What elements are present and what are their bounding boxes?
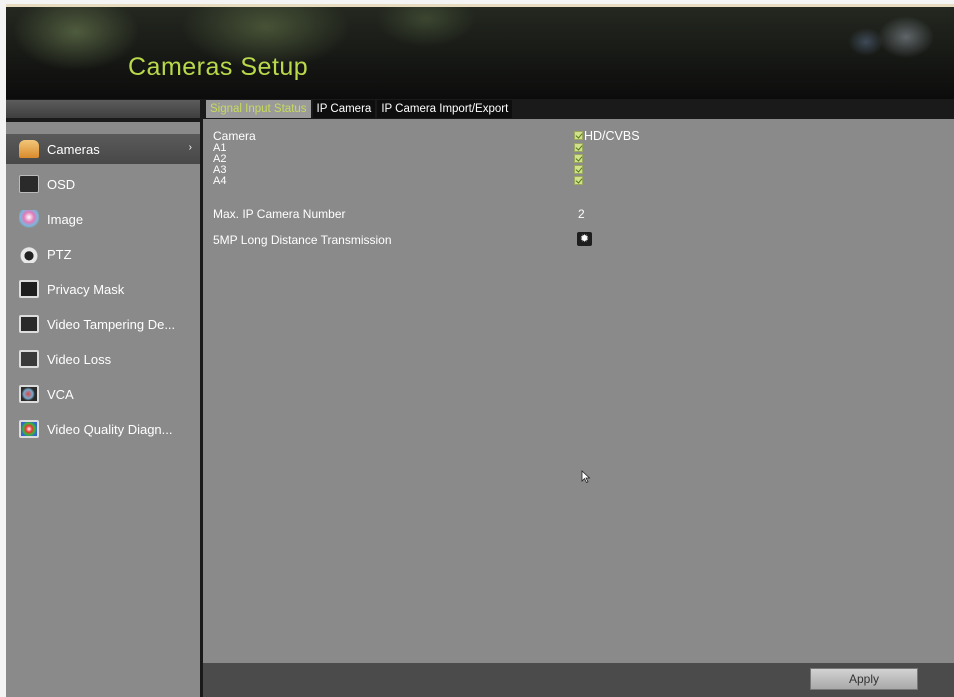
sidebar-item-label: Privacy Mask (47, 281, 125, 297)
camera-icon (19, 140, 39, 158)
tab-signal-input-status[interactable]: Signal Input Status (206, 100, 311, 118)
signal-input-panel: Camera HD/CVBS A1 A2 A3 A4 Max. IP Camer… (203, 119, 954, 663)
ptz-icon (19, 245, 39, 263)
sidebar-item-label: Video Tampering De... (47, 316, 176, 332)
hd-cvbs-column-header: HD/CVBS (584, 129, 640, 143)
osd-icon (19, 175, 39, 193)
header-banner: Cameras Setup (6, 7, 954, 99)
camera-column-header: Camera (213, 129, 256, 143)
gear-icon: ✹ (579, 233, 590, 245)
sidebar-item-video-loss[interactable]: Video Loss (6, 344, 200, 374)
tab-ip-camera-import-export[interactable]: IP Camera Import/Export (377, 100, 513, 118)
max-ip-camera-value: 2 (578, 207, 585, 221)
sidebar-item-label: OSD (47, 176, 76, 192)
camera-a1-checkbox[interactable] (574, 143, 583, 152)
image-icon (19, 210, 39, 228)
hd-cvbs-all-checkbox[interactable] (574, 131, 583, 140)
sidebar-item-privacy-mask[interactable]: Privacy Mask (6, 274, 200, 304)
apply-button[interactable]: Apply (810, 668, 918, 690)
tab-bar: Signal Input Status IP Camera IP Camera … (206, 100, 514, 118)
sidebar-item-label: VCA (47, 386, 74, 402)
sidebar-item-label: PTZ (47, 246, 72, 262)
page-title: Cameras Setup (128, 53, 309, 81)
sidebar-item-label: Video Loss (47, 351, 112, 367)
camera-a3-checkbox[interactable] (574, 165, 583, 174)
sidebar-item-label: Video Quality Diagn... (47, 421, 173, 437)
sidebar-item-label: Image (47, 211, 84, 227)
footer-bar: Apply (203, 663, 954, 697)
app-window: Cameras Setup Signal Input Status IP Cam… (6, 4, 954, 697)
sidebar-item-cameras[interactable]: Cameras › (6, 134, 200, 164)
settings-gear-button[interactable]: ✹ (577, 232, 592, 246)
sidebar-item-ptz[interactable]: PTZ (6, 239, 200, 269)
sidebar-item-vca[interactable]: VCA (6, 379, 200, 409)
sidebar-item-video-tampering[interactable]: Video Tampering De... (6, 309, 200, 339)
video-tampering-icon (19, 315, 39, 333)
sidebar-item-image[interactable]: Image (6, 204, 200, 234)
sidebar: Cameras › OSD Image PTZ Privacy Mask Vid… (6, 122, 200, 697)
video-loss-icon (19, 350, 39, 368)
video-quality-icon (19, 420, 39, 438)
camera-a4-checkbox[interactable] (574, 176, 583, 185)
tab-ip-camera[interactable]: IP Camera (312, 100, 376, 118)
mouse-cursor-icon (581, 470, 591, 484)
chevron-right-icon: › (188, 142, 192, 153)
sidebar-header-bar (6, 100, 200, 118)
sidebar-item-label: Cameras (47, 141, 100, 157)
camera-a2-checkbox[interactable] (574, 154, 583, 163)
sidebar-item-video-quality[interactable]: Video Quality Diagn... (6, 414, 200, 444)
vca-icon (19, 385, 39, 403)
camera-row-label: A4 (213, 175, 227, 187)
sidebar-item-osd[interactable]: OSD (6, 169, 200, 199)
max-ip-camera-label: Max. IP Camera Number (213, 207, 346, 221)
privacy-mask-icon (19, 280, 39, 298)
long-distance-transmission-label: 5MP Long Distance Transmission (213, 233, 392, 247)
